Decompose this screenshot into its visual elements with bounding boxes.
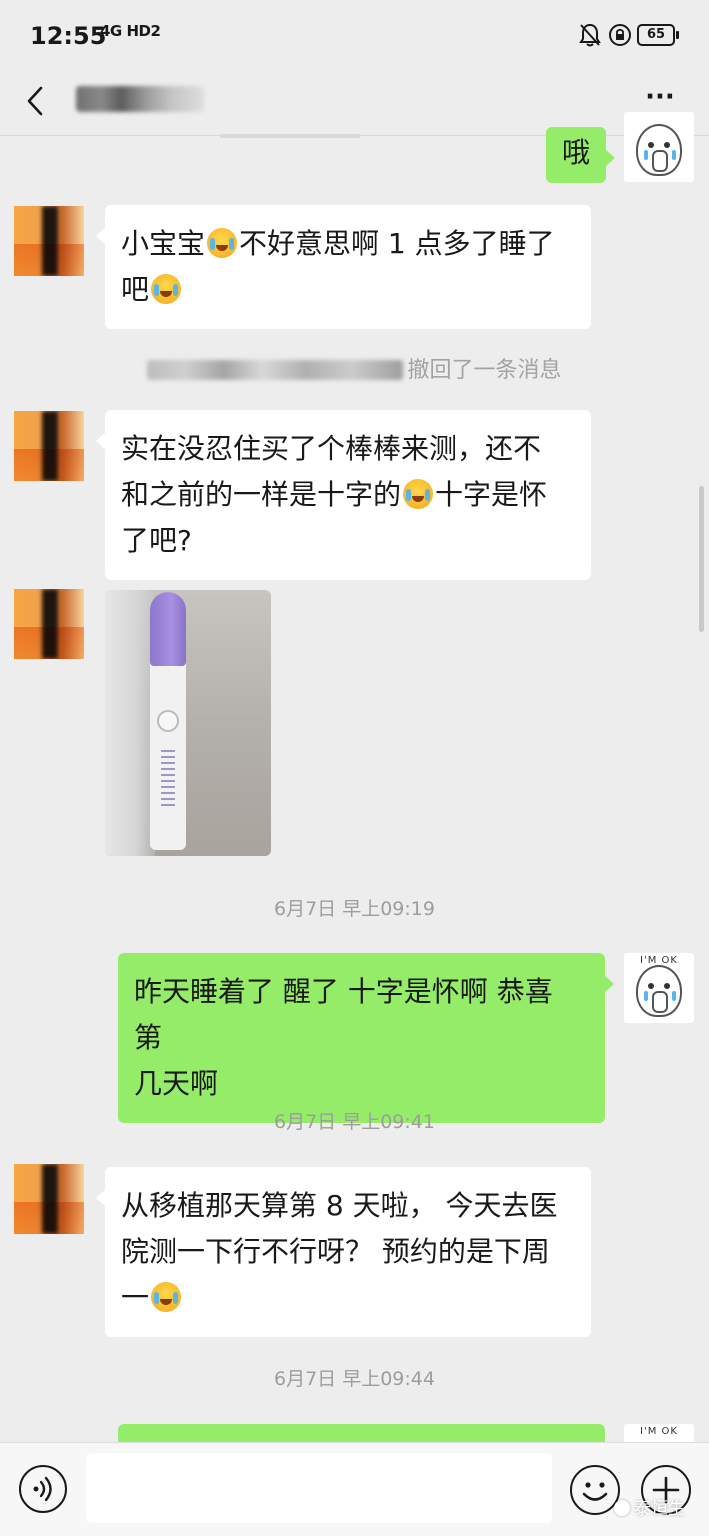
input-bar [0, 1442, 709, 1536]
timestamp: 6月7日 早上09:19 [274, 898, 435, 920]
message-bubble-incoming[interactable]: 从移植那天算第 8 天啦， 今天去医 院测一下行不行呀？ 预约的是下周一 [96, 1167, 591, 1337]
message-text: 吧 [121, 273, 150, 306]
my-avatar-sticker[interactable] [624, 112, 694, 182]
message-text: 哦 [561, 136, 590, 169]
more-options-icon[interactable]: ··· [638, 84, 682, 114]
crying-laughing-emoji-icon [151, 274, 182, 304]
contact-avatar[interactable] [14, 206, 84, 276]
test-stick-cap [150, 592, 186, 666]
chevron-left-icon[interactable] [22, 84, 48, 118]
message-text: 和之前的一样是十字的 [121, 478, 402, 511]
sticker-eye [664, 142, 670, 148]
recall-text: 撤回了一条消息 [407, 358, 562, 383]
sticker-eye [664, 983, 670, 989]
recall-notice: 撤回了一条消息 [0, 352, 709, 384]
sticker-caption: I'M OK [640, 1426, 678, 1437]
chat-header: ··· [0, 70, 709, 136]
timestamp: 6月7日 早上09:44 [274, 1368, 435, 1390]
message-text: 十字是怀 [435, 478, 548, 511]
message-text: 了吧? [121, 524, 192, 557]
status-time: 12:55 [30, 22, 107, 50]
message-text: 不好意思啊 1 点多了睡了 [239, 227, 555, 260]
signal-icon: 4G HD2 [100, 22, 161, 40]
header-divider [220, 134, 360, 138]
message-text: 一 [121, 1281, 150, 1314]
my-avatar-sticker[interactable]: I'M OK [624, 953, 694, 1023]
sticker-eye [648, 142, 654, 148]
watermark: 泰恒生 [614, 1494, 685, 1519]
watermark-text: 泰恒生 [634, 1499, 685, 1519]
message-text: 从移植那天算第 8 天啦， 今天去医 [121, 1189, 558, 1222]
my-avatar-sticker[interactable]: I'M OK [624, 1424, 694, 1444]
photo-bag [105, 590, 155, 856]
pregnancy-test-photo[interactable] [105, 590, 271, 856]
recall-sender-blurred [147, 360, 404, 380]
status-bar: 12:55 4G HD2 65 [0, 0, 709, 70]
voice-icon[interactable] [19, 1465, 67, 1513]
contact-avatar[interactable] [14, 589, 84, 659]
message-text: 实在没忍住买了个棒棒来测，还不 [121, 432, 542, 465]
crying-laughing-emoji-icon [151, 1282, 182, 1312]
contact-avatar[interactable] [14, 411, 84, 481]
battery-icon: 65 [637, 24, 679, 46]
message-text: 昨天睡着了 醒了 十字是怀啊 恭喜 第 [134, 975, 553, 1054]
timestamp: 6月7日 早上09:41 [274, 1111, 435, 1133]
crying-laughing-emoji-icon [403, 479, 434, 509]
contact-avatar[interactable] [14, 1164, 84, 1234]
rotation-lock-icon [609, 24, 631, 46]
wechat-logo-icon [614, 1500, 630, 1516]
message-text: 院测一下行不行呀？ 预约的是下周 [121, 1235, 550, 1268]
crying-laughing-emoji-icon [207, 228, 238, 258]
contact-name-blurred [76, 86, 204, 112]
message-bubble-incoming[interactable]: 实在没忍住买了个棒棒来测，还不 和之前的一样是十字的 十字是怀了吧? [96, 410, 591, 580]
sticker-tear [644, 150, 648, 160]
message-bubble-outgoing[interactable]: 昨天睡着了 醒了 十字是怀啊 恭喜 第几天啊 [118, 953, 614, 1123]
message-input[interactable] [86, 1453, 552, 1523]
message-bubble-incoming[interactable]: 小宝宝 不好意思啊 1 点多了睡了吧 [96, 205, 591, 329]
sticker-tear [672, 150, 676, 160]
sticker-hand [652, 150, 668, 172]
chat-scrollbar[interactable] [699, 486, 704, 632]
sticker-eye [648, 983, 654, 989]
sticker-hand [652, 991, 668, 1013]
message-bubble-outgoing[interactable]: 哦 [546, 127, 615, 183]
test-result-window [157, 710, 179, 732]
smiley-icon[interactable] [570, 1465, 620, 1515]
test-label-text [161, 750, 175, 810]
sticker-tear [644, 991, 648, 1001]
mute-bell-icon [579, 23, 601, 47]
message-text: 小宝宝 [121, 227, 206, 260]
message-text: 几天啊 [134, 1067, 219, 1100]
sticker-tear [672, 991, 676, 1001]
